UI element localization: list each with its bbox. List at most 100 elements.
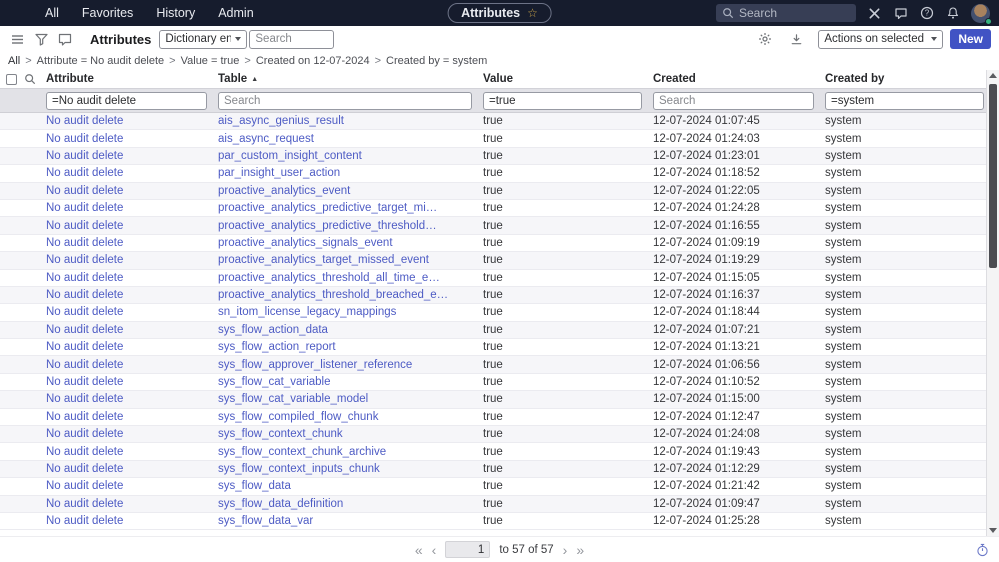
attribute-link[interactable]: No audit delete — [46, 272, 123, 284]
filter-table-input[interactable] — [218, 92, 472, 110]
attribute-link[interactable]: No audit delete — [46, 220, 123, 232]
nav-item-favorites[interactable]: Favorites — [82, 6, 133, 20]
attribute-link[interactable]: No audit delete — [46, 150, 123, 162]
column-search-icon[interactable] — [24, 73, 46, 85]
table-link[interactable]: sys_flow_context_inputs_chunk — [218, 463, 380, 475]
table-link[interactable]: sys_flow_action_report — [218, 341, 336, 353]
vertical-scrollbar[interactable] — [986, 70, 999, 536]
user-avatar[interactable] — [971, 3, 992, 25]
column-header-attribute[interactable]: Attribute — [46, 73, 218, 85]
actions-dropdown[interactable]: Actions on selected rows... — [818, 29, 944, 49]
attribute-link[interactable]: No audit delete — [46, 498, 123, 510]
breadcrumb-item-all[interactable]: All — [8, 55, 20, 67]
table-link[interactable]: proactive_analytics_threshold_all_time_e… — [218, 272, 440, 284]
attribute-link[interactable]: No audit delete — [46, 393, 123, 405]
table-link[interactable]: proactive_analytics_predictive_target_mi… — [218, 202, 437, 214]
notifications-bell-icon[interactable] — [945, 6, 960, 21]
filter-value-input[interactable] — [483, 92, 642, 110]
filter-icon[interactable] — [32, 30, 50, 48]
table-link[interactable]: ais_async_request — [218, 133, 314, 145]
attribute-link[interactable]: No audit delete — [46, 237, 123, 249]
toolbar-right: Actions on selected rows... New — [756, 29, 991, 49]
table-row: No audit delete sys_flow_context_chunk_a… — [0, 443, 986, 461]
list-search-input[interactable] — [249, 29, 335, 49]
attribute-link[interactable]: No audit delete — [46, 428, 123, 440]
table-link[interactable]: par_insight_user_action — [218, 167, 340, 179]
table-link[interactable]: proactive_analytics_event — [218, 185, 350, 197]
help-icon[interactable]: ? — [919, 6, 934, 21]
attribute-link[interactable]: No audit delete — [46, 376, 123, 388]
table-link[interactable]: sys_flow_context_chunk_archive — [218, 446, 386, 458]
column-header-created-by[interactable]: Created by — [825, 73, 986, 85]
table-link[interactable]: sn_itom_license_legacy_mappings — [218, 306, 396, 318]
context-pill[interactable]: Attributes ☆ — [447, 3, 552, 23]
table-link[interactable]: proactive_analytics_signals_event — [218, 237, 393, 249]
global-search[interactable] — [716, 4, 856, 22]
chat-icon[interactable] — [893, 6, 908, 21]
last-page-button[interactable]: » — [576, 543, 584, 557]
filter-created-by-input[interactable] — [825, 92, 984, 110]
attribute-link[interactable]: No audit delete — [46, 341, 123, 353]
attribute-link[interactable]: No audit delete — [46, 289, 123, 301]
breadcrumb-item-created-by[interactable]: Created by = system — [386, 55, 487, 67]
select-all-checkbox[interactable] — [6, 73, 17, 85]
scrollbar-thumb[interactable] — [989, 84, 997, 268]
table-link[interactable]: sys_flow_data_var — [218, 515, 313, 527]
table-link[interactable]: ais_async_genius_result — [218, 115, 344, 127]
table-link[interactable]: sys_flow_approver_listener_reference — [218, 359, 412, 371]
filter-created-input[interactable] — [653, 92, 814, 110]
attribute-link[interactable]: No audit delete — [46, 480, 123, 492]
table-link[interactable]: sys_flow_cat_variable_model — [218, 393, 368, 405]
attribute-link[interactable]: No audit delete — [46, 515, 123, 527]
table-link[interactable]: sys_flow_data — [218, 480, 291, 492]
attribute-link[interactable]: No audit delete — [46, 202, 123, 214]
scroll-up-arrow[interactable] — [989, 73, 997, 78]
attribute-link[interactable]: No audit delete — [46, 254, 123, 266]
previous-page-button[interactable]: ‹ — [432, 543, 437, 557]
next-page-button[interactable]: › — [563, 543, 568, 557]
attribute-link[interactable]: No audit delete — [46, 324, 123, 336]
attribute-link[interactable]: No audit delete — [46, 185, 123, 197]
table-link[interactable]: sys_flow_context_chunk — [218, 428, 343, 440]
list-chat-icon[interactable] — [56, 30, 74, 48]
table-row: No audit delete proactive_analytics_sign… — [0, 234, 986, 253]
attribute-link[interactable]: No audit delete — [46, 411, 123, 423]
table-link[interactable]: sys_flow_compiled_flow_chunk — [218, 411, 378, 423]
breadcrumb-item-attribute[interactable]: Attribute = No audit delete — [37, 55, 165, 67]
table-link[interactable]: proactive_analytics_threshold_breached_e… — [218, 289, 448, 301]
list-menu-icon[interactable] — [8, 30, 26, 48]
table-link[interactable]: sys_flow_action_data — [218, 324, 328, 336]
global-search-input[interactable] — [739, 6, 850, 20]
tools-icon[interactable] — [867, 6, 882, 21]
filter-attribute-input[interactable] — [46, 92, 207, 110]
breadcrumb-item-value[interactable]: Value = true — [181, 55, 240, 67]
table-selector-dropdown[interactable]: Dictionary entry Tab — [159, 29, 248, 49]
gear-icon[interactable] — [756, 30, 774, 48]
table-link[interactable]: sys_flow_data_definition — [218, 498, 343, 510]
table-link[interactable]: par_custom_insight_content — [218, 150, 362, 162]
column-header-table[interactable]: Table ▲ — [218, 73, 483, 85]
table-link[interactable]: proactive_analytics_target_missed_event — [218, 254, 429, 266]
attribute-link[interactable]: No audit delete — [46, 446, 123, 458]
export-download-icon[interactable] — [787, 30, 805, 48]
breadcrumb-item-created[interactable]: Created on 12-07-2024 — [256, 55, 370, 67]
attribute-link[interactable]: No audit delete — [46, 359, 123, 371]
response-time-icon[interactable] — [976, 543, 989, 557]
scroll-down-arrow[interactable] — [989, 528, 997, 533]
nav-item-all[interactable]: All — [45, 6, 59, 20]
column-header-created[interactable]: Created — [653, 73, 825, 85]
row-offset-input[interactable] — [445, 541, 491, 558]
attribute-link[interactable]: No audit delete — [46, 167, 123, 179]
attribute-link[interactable]: No audit delete — [46, 133, 123, 145]
attribute-link[interactable]: No audit delete — [46, 115, 123, 127]
favorite-star-icon[interactable]: ☆ — [527, 6, 538, 20]
new-button[interactable]: New — [950, 29, 991, 49]
table-link[interactable]: proactive_analytics_predictive_threshold… — [218, 220, 437, 232]
nav-item-admin[interactable]: Admin — [218, 6, 253, 20]
nav-item-history[interactable]: History — [156, 6, 195, 20]
column-header-value[interactable]: Value — [483, 73, 653, 85]
attribute-link[interactable]: No audit delete — [46, 463, 123, 475]
first-page-button[interactable]: « — [415, 543, 423, 557]
attribute-link[interactable]: No audit delete — [46, 306, 123, 318]
table-link[interactable]: sys_flow_cat_variable — [218, 376, 331, 388]
